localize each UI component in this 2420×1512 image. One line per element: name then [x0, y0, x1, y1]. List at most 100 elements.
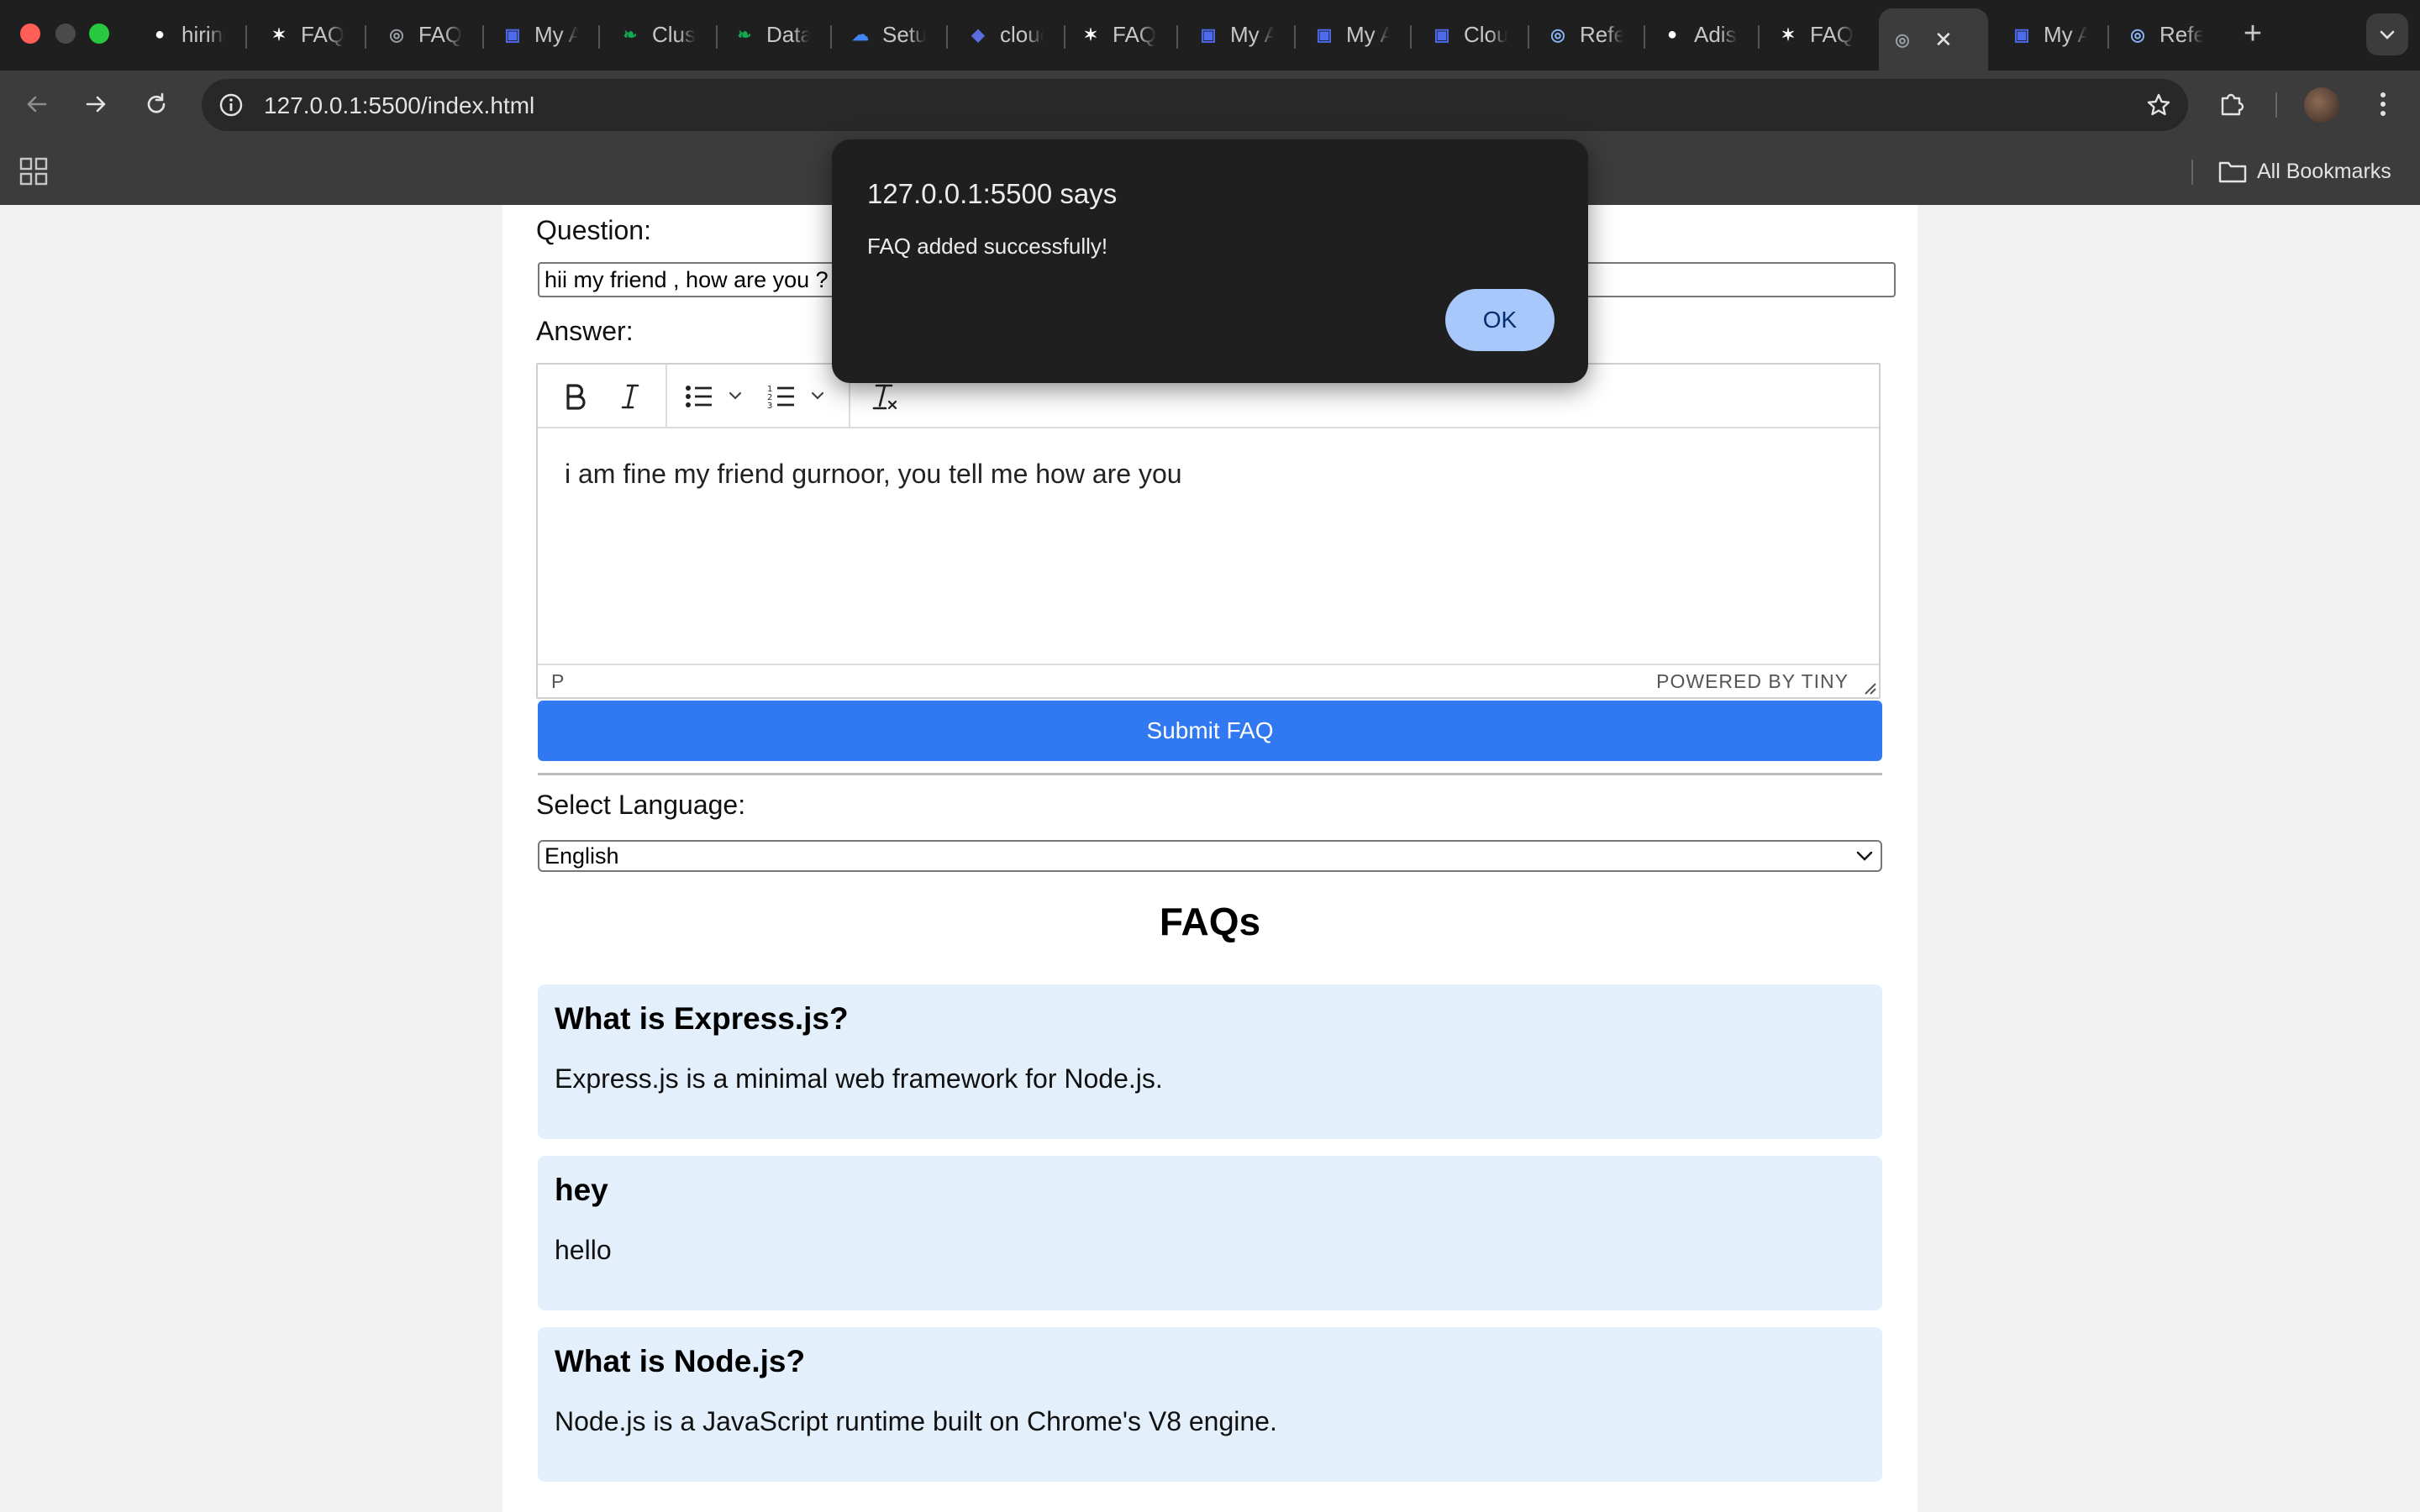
- browser-tab[interactable]: ▣ My App: [489, 15, 593, 54]
- browser-toolbar: 127.0.0.1:5500/index.html: [0, 71, 2420, 138]
- editor-content[interactable]: i am fine my friend gurnoor, you tell me…: [565, 459, 1182, 490]
- app-icon: ▣: [1316, 25, 1333, 45]
- faq-question: What is Node.js?: [555, 1344, 806, 1378]
- toolbar-separator: [666, 365, 667, 428]
- tab-title: hiring: [182, 21, 225, 47]
- svg-text:3: 3: [767, 402, 772, 411]
- browser-tab[interactable]: ◎ Reference: [1534, 15, 1639, 54]
- tab-separator: [1294, 25, 1296, 49]
- language-select[interactable]: English: [538, 840, 1882, 872]
- tab-title: cloud: [1000, 21, 1044, 47]
- site-info-icon[interactable]: [213, 87, 249, 123]
- faq-app-container: Question: hii my friend , how are you ? …: [502, 205, 1918, 1512]
- tab-title: Adiser: [1694, 21, 1738, 47]
- toolbar-divider: [2275, 92, 2277, 118]
- bold-icon: [566, 384, 586, 410]
- close-tab-icon[interactable]: ✕: [1934, 27, 1953, 53]
- browser-tab[interactable]: ▣ My App: [1185, 15, 1289, 54]
- alert-dialog: 127.0.0.1:5500 says FAQ added successful…: [832, 139, 1588, 383]
- tab-title: FAQ: [1810, 21, 1854, 47]
- bookmark-star-icon[interactable]: [2141, 87, 2176, 123]
- browser-tab[interactable]: ✶ FAQ: [1067, 15, 1171, 54]
- tab-title: My App: [1346, 21, 1390, 47]
- bullet-list-icon: [686, 386, 742, 407]
- extensions-button[interactable]: [2212, 84, 2252, 124]
- tab-separator: [2107, 25, 2109, 49]
- app-icon: ▣: [504, 25, 521, 45]
- address-bar[interactable]: 127.0.0.1:5500/index.html: [202, 79, 2188, 131]
- openai-icon: ✶: [271, 25, 287, 45]
- app-icon: ▣: [1200, 25, 1217, 45]
- forward-button[interactable]: [74, 82, 118, 126]
- tab-separator: [1758, 25, 1760, 49]
- tab-separator: [830, 25, 832, 49]
- browser-tab[interactable]: ✶ FAQ: [255, 15, 360, 54]
- openai-icon: ✶: [1781, 25, 1796, 45]
- faq-item: hey hello: [538, 1156, 1882, 1310]
- tab-separator: [1176, 25, 1178, 49]
- ok-button[interactable]: OK: [1445, 289, 1555, 351]
- faq-answer: hello: [555, 1235, 612, 1265]
- numbered-list-icon: 1 2 3: [767, 385, 824, 411]
- new-tab-button[interactable]: +: [2233, 15, 2272, 54]
- italic-button[interactable]: [610, 376, 650, 417]
- app-icon: ▣: [1434, 25, 1450, 45]
- shield-icon: ◆: [971, 25, 985, 45]
- globe-icon: ◎: [389, 25, 404, 45]
- browser-tab[interactable]: ▣ Cloud: [1418, 15, 1523, 54]
- browser-tab[interactable]: ▣ My App: [1998, 15, 2102, 54]
- powered-by-label[interactable]: POWERED BY TINY: [1656, 670, 1849, 693]
- url-text[interactable]: 127.0.0.1:5500/index.html: [264, 92, 534, 119]
- numbered-list-button[interactable]: 1 2 3: [763, 376, 839, 417]
- chevron-down-icon: [2380, 30, 2395, 39]
- submit-faq-button[interactable]: Submit FAQ: [538, 701, 1882, 761]
- tab-search-button[interactable]: [2366, 13, 2408, 55]
- browser-tab[interactable]: ◎ ✕: [1879, 8, 1988, 71]
- puzzle-icon: [2221, 93, 2244, 116]
- question-label: Question:: [536, 215, 651, 245]
- apps-grid-icon[interactable]: [18, 156, 49, 186]
- browser-tab[interactable]: ◎ Reference: [2114, 15, 2218, 54]
- browser-tab[interactable]: ☁ Setup: [837, 15, 941, 54]
- tab-strip: ● hiring ✶ FAQ ◎ FAQ ▣ My App ❧ Cluster ❧ Data ☁ Setu…: [0, 0, 2420, 71]
- reload-button[interactable]: [134, 82, 178, 126]
- resize-handle-icon[interactable]: [1862, 680, 1877, 696]
- answer-label: Answer:: [536, 316, 634, 346]
- bold-button[interactable]: [555, 376, 595, 417]
- tab-title: Cluster: [652, 21, 696, 47]
- browser-tab[interactable]: ● Adiser: [1649, 15, 1753, 54]
- minimize-window-button[interactable]: [55, 24, 76, 44]
- tab-separator: [598, 25, 600, 49]
- globe-icon: ◎: [1895, 30, 1910, 50]
- browser-tab[interactable]: ◆ cloud: [955, 15, 1059, 54]
- browser-tab[interactable]: ▣ My App: [1301, 15, 1405, 54]
- tab-title: My App: [534, 21, 578, 47]
- arrow-left-icon: [27, 96, 47, 113]
- browser-tab[interactable]: ❧ Data: [721, 15, 825, 54]
- github-icon: ●: [1666, 24, 1678, 44]
- browser-tab[interactable]: ❧ Cluster: [607, 15, 711, 54]
- browser-tab[interactable]: ✶ FAQ: [1765, 15, 1869, 54]
- italic-icon: [621, 384, 639, 409]
- all-bookmarks-button[interactable]: All Bookmarks: [2218, 155, 2391, 188]
- chevron-down-icon: [1856, 851, 1873, 861]
- tab-title: FAQ: [1113, 21, 1156, 47]
- tab-title: My App: [2044, 21, 2087, 47]
- faq-item: What is Express.js? Express.js is a mini…: [538, 984, 1882, 1139]
- element-path[interactable]: P: [551, 670, 564, 693]
- question-input-value: hii my friend , how are you ?: [544, 267, 829, 292]
- profile-avatar[interactable]: [2304, 87, 2339, 123]
- browser-tab[interactable]: ◎ FAQ: [373, 15, 477, 54]
- browser-menu-button[interactable]: [2363, 84, 2403, 124]
- reload-icon: [147, 92, 166, 113]
- close-window-button[interactable]: [20, 24, 40, 44]
- tab-title: FAQ: [418, 21, 462, 47]
- browser-tab[interactable]: ● hiring: [136, 15, 240, 54]
- back-button[interactable]: [15, 82, 59, 126]
- tab-title: Reference: [2160, 21, 2203, 47]
- globe-blue-icon: ◎: [2130, 25, 2145, 45]
- bullet-list-button[interactable]: [679, 376, 755, 417]
- faq-answer: Node.js is a JavaScript runtime built on…: [555, 1406, 1277, 1436]
- github-icon: ●: [154, 24, 166, 44]
- zoom-window-button[interactable]: [89, 24, 109, 44]
